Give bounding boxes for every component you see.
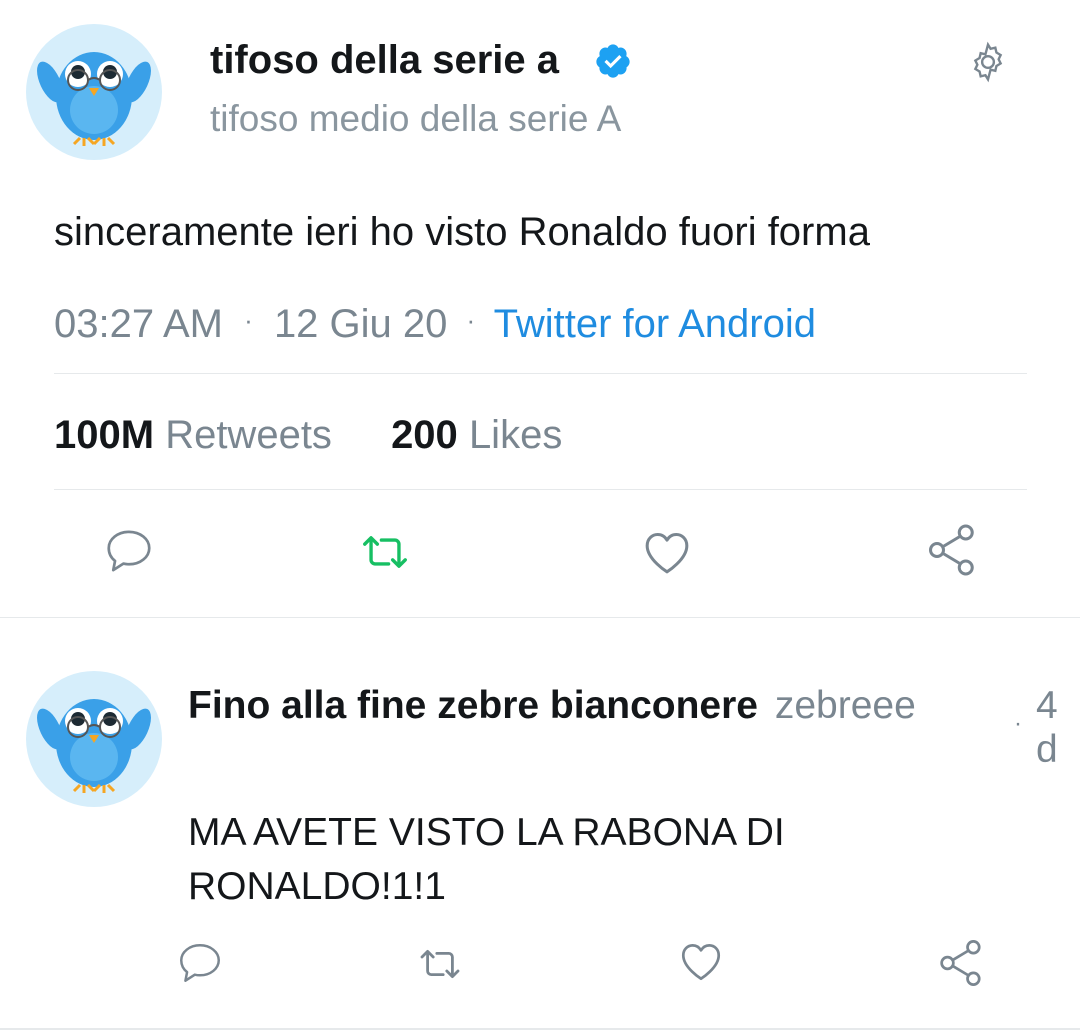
- reply-author-handle[interactable]: zebreee: [775, 684, 916, 727]
- reply-age-number: 4: [1036, 684, 1058, 727]
- verified-badge-icon: [594, 42, 632, 80]
- meta-separator: ·: [244, 305, 253, 335]
- like-icon[interactable]: [638, 524, 696, 580]
- retweets-stat[interactable]: 100M Retweets: [54, 413, 343, 457]
- reply-icon[interactable]: [102, 524, 156, 578]
- retweets-count: 100M: [54, 413, 155, 457]
- author-handle[interactable]: tifoso medio della serie A: [210, 98, 621, 140]
- likes-count: 200: [391, 413, 458, 457]
- share-icon[interactable]: [934, 936, 988, 990]
- retweet-icon[interactable]: [413, 940, 467, 988]
- tweet-time: 03:27 AM: [54, 302, 224, 346]
- divider: [54, 373, 1027, 374]
- reply-text-line: MA AVETE VISTO LA RABONA DI: [188, 811, 785, 854]
- divider: [54, 489, 1027, 490]
- tweet-date: 12 Giu 20: [273, 302, 448, 346]
- reply-age-unit: d: [1036, 728, 1058, 771]
- meta-separator: ·: [466, 305, 476, 335]
- gear-icon[interactable]: [966, 40, 1010, 84]
- reply-text-line: RONALDO!1!1: [188, 865, 446, 908]
- avatar[interactable]: [26, 24, 162, 160]
- owl-avatar-icon: [37, 699, 151, 793]
- retweet-icon[interactable]: [356, 525, 414, 579]
- tweet-stats: 100M Retweets 200 Likes: [54, 412, 562, 458]
- likes-stat[interactable]: 200 Likes: [391, 413, 562, 457]
- share-icon[interactable]: [922, 520, 982, 580]
- reply-header: Fino alla fine zebre bianconere zebreee: [188, 684, 916, 728]
- like-icon[interactable]: [676, 936, 726, 986]
- tweet-meta: 03:27 AM · 12 Giu 20 · Twitter for Andro…: [54, 296, 816, 348]
- tweet-text: sinceramente ieri ho visto Ronaldo fuori…: [54, 210, 870, 254]
- reply-icon[interactable]: [175, 938, 225, 988]
- owl-avatar-icon: [37, 52, 151, 146]
- meta-separator: ·: [1014, 710, 1022, 737]
- reply-text: MA AVETE VISTO LA RABONA DI RONALDO!1!1: [188, 806, 785, 914]
- reply-age: 4 d: [1036, 684, 1058, 772]
- reply-author-display-name[interactable]: Fino alla fine zebre bianconere: [188, 684, 758, 727]
- reply-avatar[interactable]: [26, 671, 162, 807]
- section-divider: [0, 617, 1080, 618]
- likes-label: Likes: [468, 413, 563, 457]
- tweet-source-link[interactable]: Twitter for Android: [494, 302, 816, 346]
- author-display-name[interactable]: tifoso della serie a: [210, 38, 559, 82]
- retweets-label: Retweets: [165, 413, 332, 457]
